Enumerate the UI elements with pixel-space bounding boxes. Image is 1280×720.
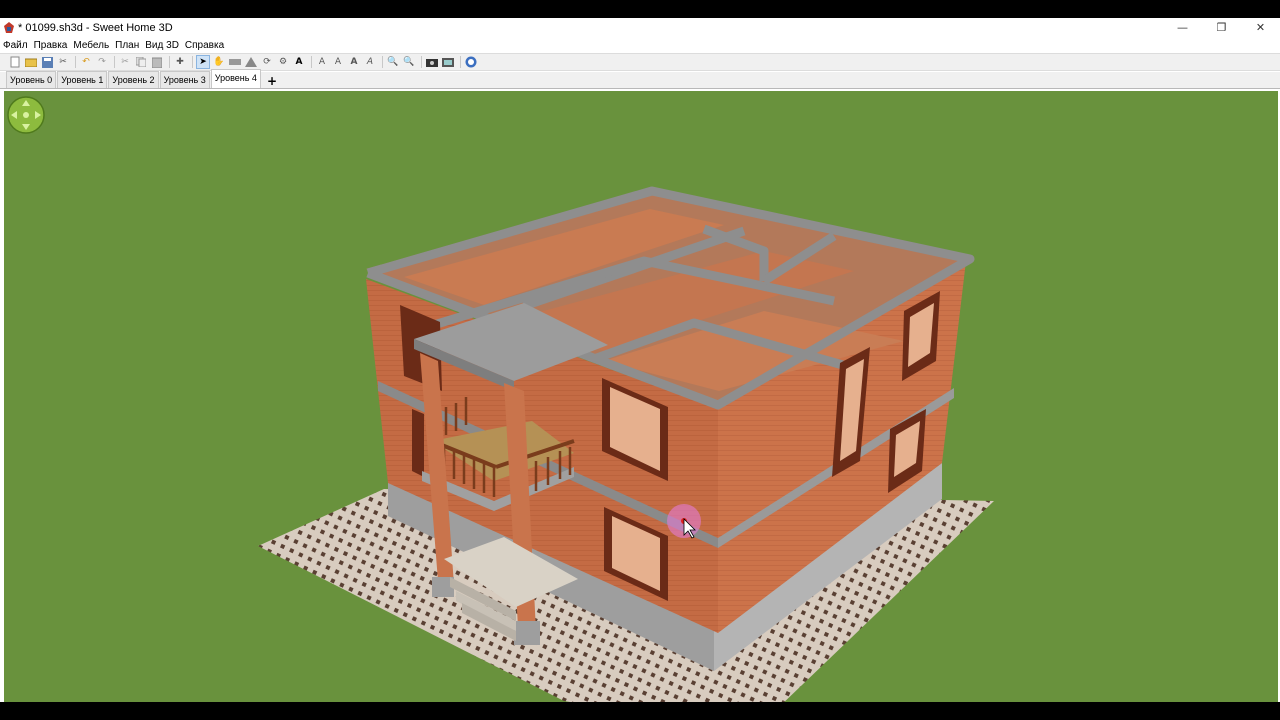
create-walls-icon — [229, 59, 241, 65]
close-icon: ✕ — [1255, 21, 1266, 34]
app-window: * 01099.sh3d - Sweet Home 3D — ❐ ✕ Файл … — [0, 18, 1280, 702]
toolbar-separator — [311, 56, 312, 68]
undo-button[interactable]: ↶ — [79, 55, 93, 69]
modify-text-button[interactable]: A — [315, 55, 329, 69]
zoom-out-icon: 🔍 — [403, 57, 415, 67]
open-file-button[interactable] — [24, 55, 38, 69]
select-icon: ➤ — [199, 57, 207, 67]
tab-level-3[interactable]: Уровень 3 — [159, 71, 210, 88]
open-file-icon — [25, 58, 37, 67]
toolbar-separator — [192, 56, 193, 68]
tab-level-4[interactable]: Уровень 4 — [210, 69, 261, 88]
copy-icon — [136, 57, 146, 67]
help-button[interactable] — [464, 55, 478, 69]
modify-text-button[interactable]: A — [331, 55, 345, 69]
add-furniture-button[interactable]: ✚ — [173, 55, 187, 69]
cut-tool-icon: ✂ — [59, 57, 67, 67]
modify-text-button[interactable]: A — [363, 55, 377, 69]
window — [412, 409, 424, 477]
pan-mode-button[interactable]: ✋ — [212, 55, 226, 69]
restore-icon: ❐ — [1216, 21, 1227, 34]
title-bar: * 01099.sh3d - Sweet Home 3D — ❐ ✕ — [0, 18, 1280, 37]
zoom-out-button[interactable]: 🔍 — [402, 55, 416, 69]
create-rooms-icon — [245, 57, 257, 67]
menu-3d-view[interactable]: Вид 3D — [142, 40, 182, 51]
create-video-button[interactable] — [441, 55, 455, 69]
toolbar-separator — [421, 56, 422, 68]
create-polylines-button[interactable]: ⟳ — [260, 55, 274, 69]
pan-icon: ✋ — [213, 57, 225, 67]
text-style-icon: A — [366, 57, 374, 67]
add-level-button[interactable]: + — [262, 74, 282, 88]
screen-top-letterbox — [0, 0, 1280, 18]
toolbar-separator — [114, 56, 115, 68]
tab-level-1[interactable]: Уровень 1 — [57, 71, 108, 88]
add-furniture-icon: ✚ — [176, 57, 184, 67]
cut-icon: ✂ — [121, 57, 129, 67]
menu-plan[interactable]: План — [112, 40, 142, 51]
3d-view[interactable] — [4, 91, 1278, 702]
menu-help[interactable]: Справка — [182, 40, 227, 51]
tab-level-2[interactable]: Уровень 2 — [108, 71, 159, 88]
help-icon — [465, 56, 477, 68]
tab-level-0[interactable]: Уровень 0 — [6, 71, 57, 88]
undo-icon: ↶ — [82, 57, 90, 67]
toolbar-separator — [75, 56, 76, 68]
create-photo-icon — [426, 59, 438, 67]
paste-icon — [152, 57, 162, 68]
redo-button[interactable]: ↷ — [95, 55, 109, 69]
create-dimensions-icon: ⚙ — [278, 57, 288, 67]
new-file-icon — [10, 56, 20, 68]
cut-button[interactable]: ✂ — [118, 55, 132, 69]
create-walls-button[interactable] — [228, 55, 242, 69]
text-style-icon: A — [334, 57, 342, 67]
toolbar-separator — [460, 56, 461, 68]
sweet-home-3d-icon — [4, 22, 14, 33]
copy-button[interactable] — [134, 55, 148, 69]
text-style-icon: A — [318, 57, 326, 67]
select-mode-button[interactable]: ➤ — [196, 55, 210, 69]
menu-file[interactable]: Файл — [0, 40, 31, 51]
add-text-icon: A — [295, 57, 303, 67]
create-photo-button[interactable] — [425, 55, 439, 69]
toolbar: ✂ ↶ ↷ ✂ ✚ ➤ ✋ ⟳ ⚙ A A A A A 🔍 🔍 — [0, 53, 1280, 71]
menu-edit[interactable]: Правка — [31, 40, 71, 51]
add-text-button[interactable]: A — [292, 55, 306, 69]
save-button[interactable] — [40, 55, 54, 69]
zoom-in-icon: 🔍 — [387, 57, 399, 67]
toolbar-separator — [382, 56, 383, 68]
save-icon — [41, 56, 53, 68]
create-video-icon — [442, 58, 454, 67]
close-button[interactable]: ✕ — [1241, 18, 1280, 37]
menu-bar: Файл Правка Мебель План Вид 3D Справка — [0, 37, 1280, 53]
3d-scene — [7, 96, 994, 702]
create-dimensions-button[interactable]: ⚙ — [276, 55, 290, 69]
window-controls: — ❐ ✕ — [1163, 18, 1280, 37]
navigation-arrows[interactable] — [7, 96, 45, 134]
minimize-icon: — — [1177, 21, 1188, 34]
create-rooms-button[interactable] — [244, 55, 258, 69]
toolbar-separator — [169, 56, 170, 68]
new-file-button[interactable] — [8, 55, 22, 69]
modify-text-button[interactable]: A — [347, 55, 361, 69]
restore-button[interactable]: ❐ — [1202, 18, 1241, 37]
text-style-icon: A — [350, 57, 358, 67]
paste-button[interactable] — [150, 55, 164, 69]
mouse-cursor — [667, 504, 701, 539]
window-title: * 01099.sh3d - Sweet Home 3D — [18, 21, 173, 34]
minimize-button[interactable]: — — [1163, 18, 1202, 37]
screen-bottom-letterbox — [0, 702, 1280, 720]
level-tabs: Уровень 0 Уровень 1 Уровень 2 Уровень 3 … — [0, 69, 1280, 89]
create-polylines-icon: ⟳ — [263, 57, 271, 67]
menu-furniture[interactable]: Мебель — [70, 40, 112, 51]
zoom-in-button[interactable]: 🔍 — [386, 55, 400, 69]
cut-tool-button[interactable]: ✂ — [56, 55, 70, 69]
redo-icon: ↷ — [98, 57, 106, 67]
